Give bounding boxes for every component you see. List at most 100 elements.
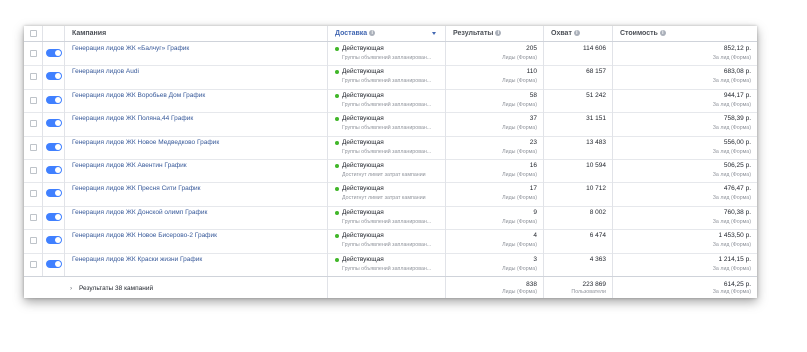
status-active-icon bbox=[335, 47, 339, 51]
results-value: 9 bbox=[533, 208, 537, 216]
totals-cost-sub: За лид (Форма) bbox=[712, 289, 751, 295]
cost-type: За лид (Форма) bbox=[712, 125, 751, 132]
delivery-status-detail: Группы объявлений запланирован... bbox=[342, 78, 432, 85]
column-campaign[interactable]: Кампания bbox=[65, 26, 328, 41]
campaign-name-link[interactable]: Генерация лидов ЖК Авентин График bbox=[72, 162, 187, 169]
campaign-toggle[interactable] bbox=[46, 259, 62, 268]
table-row[interactable]: Генерация лидов Audi Действующая Группы об… bbox=[24, 65, 757, 90]
reach-value: 68 157 bbox=[586, 68, 606, 76]
row-checkbox[interactable] bbox=[30, 143, 37, 151]
campaign-name-link[interactable]: Генерация лидов ЖК Новое Медведково Граф… bbox=[72, 139, 219, 146]
table-row[interactable]: Генерация лидов ЖК Новое Медведково Граф… bbox=[24, 135, 757, 160]
reach-value: 8 002 bbox=[589, 208, 606, 216]
reach-value: 10 712 bbox=[586, 185, 606, 193]
delivery-status-detail: Группы объявлений запланирован... bbox=[342, 242, 432, 249]
delivery-status-detail: Достигнут лимит затрат кампании bbox=[342, 195, 426, 202]
row-checkbox[interactable] bbox=[30, 190, 37, 198]
table-row[interactable]: Генерация лидов ЖК Краски жизни График Де… bbox=[24, 252, 757, 277]
campaign-name-link[interactable]: Генерация лидов ЖК Новое Бисерово-2 Граф… bbox=[72, 232, 217, 239]
row-checkbox[interactable] bbox=[30, 213, 37, 221]
table-row[interactable]: Генерация лидов ЖК Донской олимп График Д… bbox=[24, 205, 757, 231]
column-cost[interactable]: Стоимость i bbox=[613, 26, 757, 41]
results-type: Лиды (Форма) bbox=[502, 55, 537, 61]
info-icon: i bbox=[573, 30, 580, 37]
results-type: Лиды (Форма) bbox=[502, 265, 537, 272]
totals-reach-sub: Пользователи bbox=[571, 289, 606, 295]
campaign-toggle[interactable] bbox=[46, 119, 62, 128]
campaign-toggle[interactable] bbox=[46, 212, 62, 221]
campaign-toggle[interactable] bbox=[46, 95, 62, 104]
delivery-status-detail: Группы объявлений запланирован... bbox=[342, 265, 432, 272]
campaign-toggle[interactable] bbox=[46, 49, 62, 57]
reach-value: 13 483 bbox=[586, 138, 606, 146]
delivery-status: Действующая bbox=[342, 68, 384, 76]
status-active-icon bbox=[335, 164, 339, 168]
campaign-toggle[interactable] bbox=[46, 72, 62, 81]
campaign-toggle[interactable] bbox=[46, 166, 62, 174]
table-header: Кампания Доставка i Результаты i Охват i Ст… bbox=[24, 26, 757, 42]
results-type: Лиды (Форма) bbox=[502, 78, 537, 85]
table-row[interactable]: Генерация лидов ЖК Авентин График Действу… bbox=[24, 159, 757, 184]
results-type: Лиды (Форма) bbox=[502, 195, 537, 202]
totals-label[interactable]: Результаты 38 кампаний bbox=[79, 285, 153, 292]
info-icon: i bbox=[369, 30, 376, 37]
delivery-status-detail: Группы объявлений запланирован... bbox=[342, 55, 432, 61]
reach-value: 4 363 bbox=[589, 255, 606, 263]
status-active-icon bbox=[335, 210, 339, 215]
cost-value: 760,38 р. bbox=[723, 208, 751, 216]
results-value: 16 bbox=[529, 162, 537, 169]
campaign-name-link[interactable]: Генерация лидов ЖК Краски жизни График bbox=[72, 256, 202, 263]
cost-value: 556,00 р. bbox=[723, 138, 751, 146]
select-all-checkbox[interactable] bbox=[30, 30, 37, 37]
cost-type: За лид (Форма) bbox=[712, 265, 751, 272]
cost-type: За лид (Форма) bbox=[712, 148, 751, 155]
row-checkbox[interactable] bbox=[30, 73, 37, 81]
delivery-status-detail: Группы объявлений запланирован... bbox=[342, 148, 432, 155]
table-row[interactable]: Генерация лидов ЖК «Балчуг» График Действ… bbox=[24, 42, 757, 67]
status-active-icon bbox=[335, 257, 339, 262]
campaign-toggle[interactable] bbox=[46, 142, 62, 151]
results-value: 17 bbox=[529, 185, 537, 193]
cost-type: За лид (Форма) bbox=[712, 195, 751, 202]
column-results[interactable]: Результаты i bbox=[446, 26, 544, 41]
campaign-name-link[interactable]: Генерация лидов ЖК Донской олимп График bbox=[72, 209, 207, 216]
campaign-name-link[interactable]: Генерация лидов ЖК Воробьев Дом График bbox=[72, 92, 205, 99]
results-type: Лиды (Форма) bbox=[502, 101, 537, 108]
delivery-status: Действующая bbox=[342, 185, 384, 193]
campaign-toggle[interactable] bbox=[46, 236, 62, 245]
delivery-status: Действующая bbox=[342, 232, 384, 240]
row-checkbox[interactable] bbox=[30, 96, 37, 104]
cost-type: За лид (Форма) bbox=[712, 78, 751, 85]
column-reach[interactable]: Охват i bbox=[544, 26, 613, 41]
table-row[interactable]: Генерация лидов ЖК Пресня Сити График Дей… bbox=[24, 182, 757, 207]
status-active-icon bbox=[335, 117, 339, 122]
results-value: 37 bbox=[529, 115, 537, 123]
table-row[interactable]: Генерация лидов ЖК Воробьев Дом График Де… bbox=[24, 88, 757, 114]
delivery-status: Действующая bbox=[342, 115, 384, 123]
row-checkbox[interactable] bbox=[30, 237, 37, 245]
delivery-status: Действующая bbox=[342, 162, 384, 169]
row-checkbox[interactable] bbox=[30, 260, 37, 268]
row-checkbox[interactable] bbox=[30, 167, 37, 174]
reach-value: 51 242 bbox=[586, 91, 606, 99]
delivery-status: Действующая bbox=[342, 91, 384, 99]
table-row[interactable]: Генерация лидов ЖК Поляна,44 График Дейст… bbox=[24, 112, 757, 137]
cost-value: 1 214,15 р. bbox=[718, 255, 751, 263]
reach-value: 6 474 bbox=[589, 232, 606, 240]
row-checkbox[interactable] bbox=[30, 120, 37, 128]
campaign-name-link[interactable]: Генерация лидов ЖК Пресня Сити График bbox=[72, 185, 201, 192]
cost-value: 506,25 р. bbox=[723, 162, 751, 169]
campaign-name-link[interactable]: Генерация лидов ЖК «Балчуг» График bbox=[72, 45, 189, 52]
results-value: 3 bbox=[533, 255, 537, 263]
table-row[interactable]: Генерация лидов ЖК Новое Бисерово-2 Граф… bbox=[24, 229, 757, 254]
results-type: Лиды (Форма) bbox=[502, 148, 537, 155]
campaign-name-link[interactable]: Генерация лидов Audi bbox=[72, 68, 139, 75]
delivery-status: Действующая bbox=[342, 208, 384, 216]
expand-chevron-icon[interactable]: › bbox=[70, 285, 72, 292]
campaign-name-link[interactable]: Генерация лидов ЖК Поляна,44 График bbox=[72, 115, 193, 122]
campaign-toggle[interactable] bbox=[46, 189, 62, 198]
row-checkbox[interactable] bbox=[30, 50, 37, 57]
results-value: 4 bbox=[533, 232, 537, 240]
results-value: 205 bbox=[526, 45, 537, 52]
column-delivery[interactable]: Доставка i bbox=[328, 26, 446, 41]
